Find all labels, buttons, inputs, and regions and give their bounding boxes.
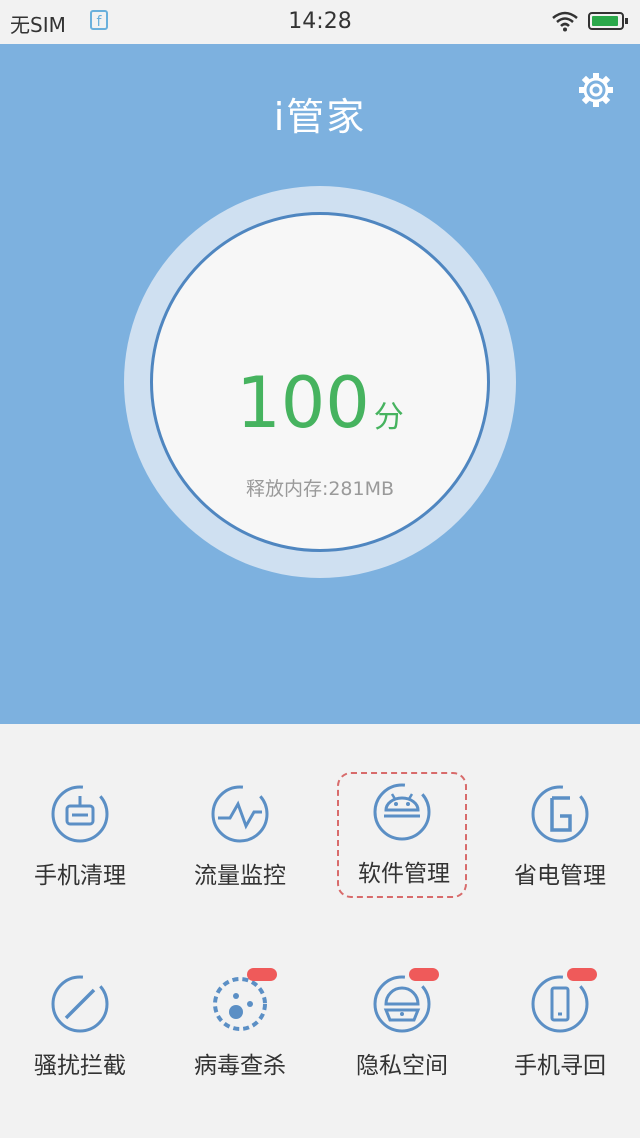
wifi-icon bbox=[552, 11, 578, 32]
virus-icon bbox=[213, 977, 267, 1031]
phone-clean-icon bbox=[51, 785, 109, 843]
tool-label: 软件管理 bbox=[358, 861, 450, 887]
tool-phone-clean[interactable]: 手机清理 bbox=[15, 774, 145, 900]
new-badge bbox=[409, 968, 439, 981]
traffic-monitor-icon bbox=[211, 785, 269, 843]
tool-label: 骚扰拦截 bbox=[34, 1053, 126, 1079]
tool-software-manage[interactable]: 软件管理 bbox=[337, 772, 467, 898]
android-icon bbox=[373, 783, 431, 841]
tool-battery-save[interactable]: 省电管理 bbox=[495, 774, 625, 900]
score-value: 100 分 bbox=[150, 362, 490, 444]
status-bar: 无SIM f 14:28 bbox=[0, 0, 640, 44]
new-badge bbox=[247, 968, 277, 981]
tool-harass-block[interactable]: 骚扰拦截 bbox=[15, 964, 145, 1090]
new-badge bbox=[567, 968, 597, 981]
tool-virus-scan[interactable]: 病毒查杀 bbox=[175, 964, 305, 1090]
tool-label: 省电管理 bbox=[514, 863, 606, 889]
app-title: i管家 bbox=[273, 95, 367, 139]
tool-label: 手机清理 bbox=[34, 863, 126, 889]
score-panel: i管家 100 分 释放内存:281MB bbox=[0, 44, 640, 724]
gear-icon[interactable] bbox=[576, 70, 616, 110]
battery-save-icon bbox=[531, 785, 589, 843]
tool-label: 流量监控 bbox=[194, 863, 286, 889]
battery-icon bbox=[588, 12, 628, 30]
phone-find-icon bbox=[531, 975, 589, 1033]
clock: 14:28 bbox=[288, 9, 352, 34]
privacy-lock-icon bbox=[373, 975, 431, 1033]
tool-label: 病毒查杀 bbox=[194, 1053, 286, 1079]
tool-grid: 手机清理 流量监控 软件管理 省电管理 骚扰拦截 病毒查杀 隐私空间 手机寻回 bbox=[0, 724, 640, 1138]
tool-traffic-monitor[interactable]: 流量监控 bbox=[175, 774, 305, 900]
tool-phone-find[interactable]: 手机寻回 bbox=[495, 964, 625, 1090]
memory-freed-text: 释放内存:281MB bbox=[245, 478, 395, 500]
tool-privacy-space[interactable]: 隐私空间 bbox=[337, 964, 467, 1090]
score-number: 100 bbox=[236, 362, 370, 444]
tool-label: 隐私空间 bbox=[356, 1053, 448, 1079]
block-icon bbox=[51, 975, 109, 1033]
tool-label: 手机寻回 bbox=[514, 1053, 606, 1079]
score-unit: 分 bbox=[373, 400, 404, 435]
